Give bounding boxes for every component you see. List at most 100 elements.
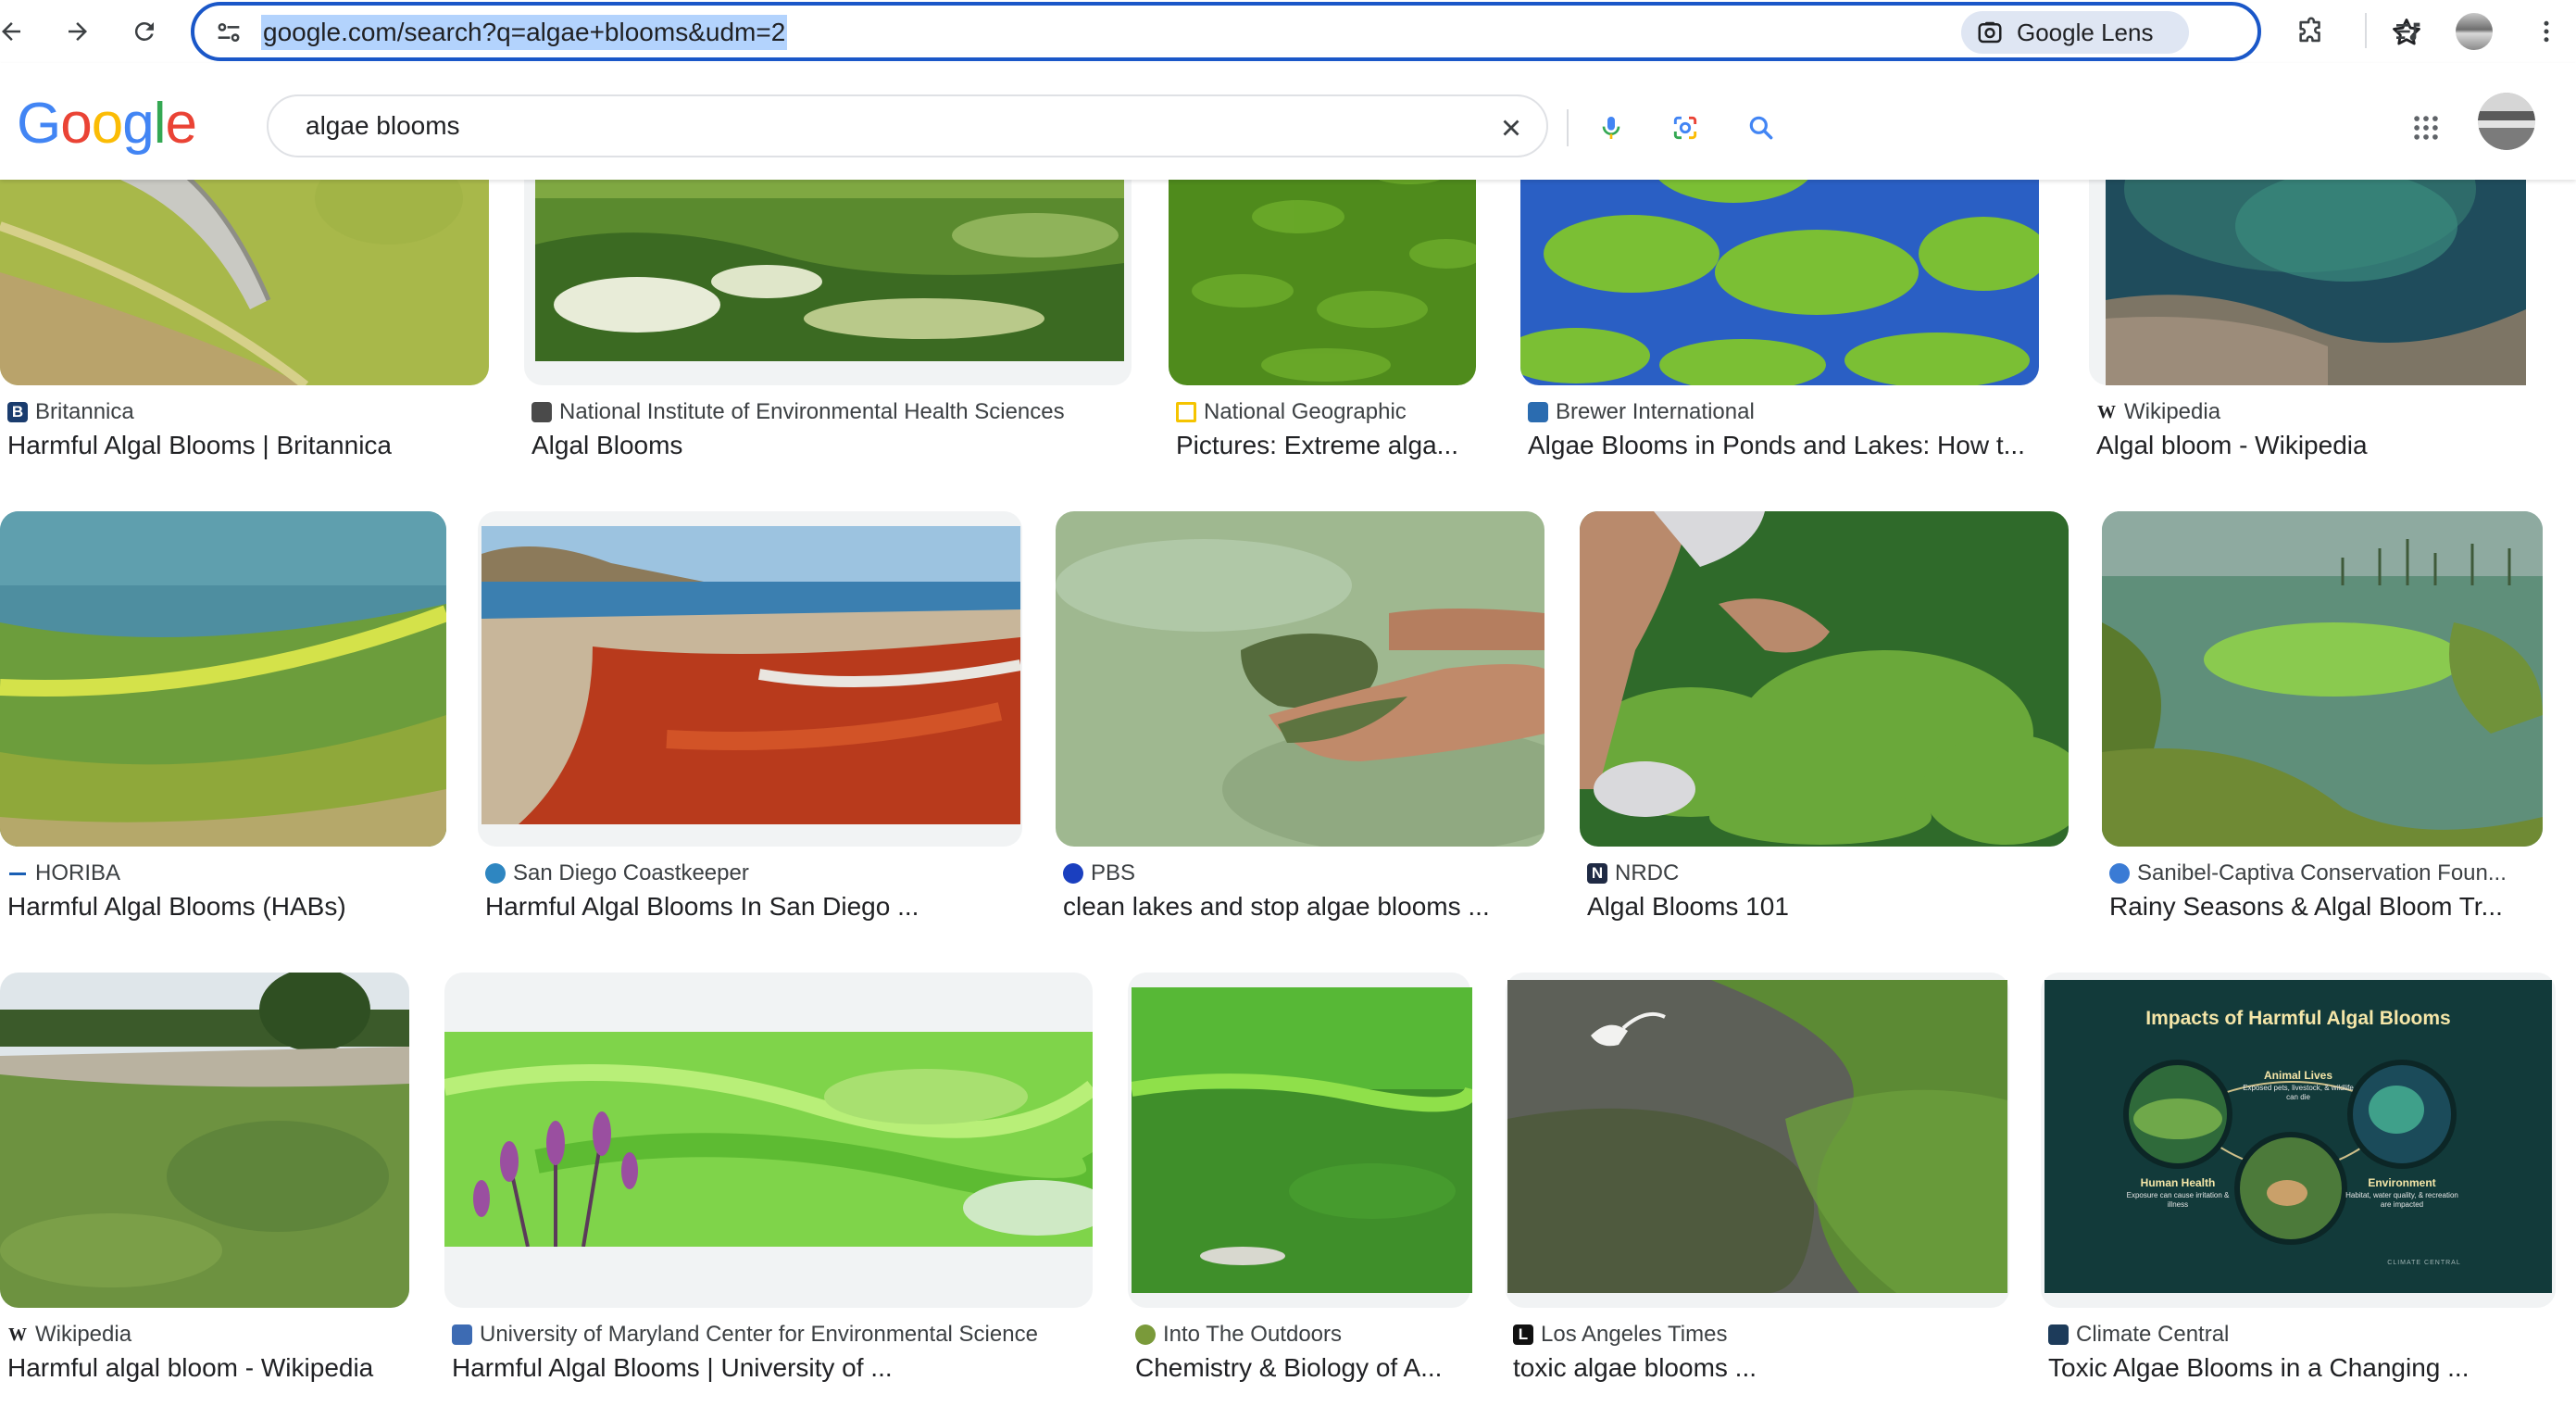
result-source: PBS xyxy=(1063,860,1135,887)
wikipedia-icon: W xyxy=(7,1324,28,1345)
image-result-card[interactable]: Brewer International Algae Blooms in Pon… xyxy=(1520,180,2067,459)
reload-icon xyxy=(134,21,154,41)
media-controls-button[interactable] xyxy=(2387,11,2428,52)
more-vertical-icon xyxy=(2544,20,2549,43)
result-title[interactable]: toxic algae blooms ... xyxy=(1513,1350,2013,1387)
infographic-circles xyxy=(2123,1060,2457,1245)
voice-search-button[interactable] xyxy=(1591,107,1632,148)
result-title[interactable]: Harmful Algal Blooms In San Diego ... xyxy=(485,888,1041,925)
britannica-icon: B xyxy=(7,402,28,422)
brewer-icon xyxy=(1528,402,1548,422)
arrow-right-icon xyxy=(69,22,87,41)
coastkeeper-icon xyxy=(485,863,506,884)
google-apps-button[interactable] xyxy=(2404,106,2448,150)
result-source: Into The Outdoors xyxy=(1135,1321,1342,1349)
result-title[interactable]: Algae Blooms in Ponds and Lakes: How t..… xyxy=(1528,427,2065,464)
microphone-icon xyxy=(1602,117,1620,139)
result-title[interactable]: Algal bloom - Wikipedia xyxy=(2096,427,2541,464)
result-image-marsh-algae-bloom[interactable] xyxy=(2102,511,2543,847)
image-result-card[interactable]: N NRDC Algal Blooms 101 xyxy=(1580,511,2080,921)
image-result-card[interactable]: Impacts of Harmful Algal Blooms Animal L… xyxy=(2041,973,2559,1382)
result-title[interactable]: Rainy Seasons & Algal Bloom Tr... xyxy=(2109,888,2550,925)
image-result-card[interactable]: Into The Outdoors Chemistry & Biology of… xyxy=(1128,973,1489,1382)
search-box[interactable]: algae blooms xyxy=(267,94,1773,157)
close-icon xyxy=(1503,119,1519,136)
toolbar-divider xyxy=(2365,13,2367,48)
reload-button[interactable] xyxy=(122,9,167,54)
result-title[interactable]: Algal Blooms 101 xyxy=(1587,888,2069,925)
result-image-green-wave-beach[interactable] xyxy=(0,511,446,847)
result-source: Brewer International xyxy=(1528,398,1755,426)
sccf-icon xyxy=(2109,863,2130,884)
search-submit-button[interactable] xyxy=(1741,107,1782,148)
climate-central-icon xyxy=(2048,1324,2069,1345)
result-image-bright-green-bloom-flowers[interactable] xyxy=(444,1032,1093,1247)
google-lens-button[interactable]: Google Lens xyxy=(1961,11,2189,54)
search-input[interactable]: algae blooms xyxy=(306,96,460,156)
result-title[interactable]: Harmful Algal Blooms | Britannica xyxy=(7,427,489,464)
result-image-algae-patches-pond[interactable] xyxy=(1520,180,2039,385)
search-icon xyxy=(1749,116,1773,140)
result-title[interactable]: Harmful Algal Blooms (HABs) xyxy=(7,888,452,925)
result-image-egret-over-green-water[interactable] xyxy=(1507,980,2007,1293)
image-result-card[interactable]: L Los Angeles Times toxic algae blooms ..… xyxy=(1506,973,2024,1382)
chrome-menu-button[interactable] xyxy=(2526,11,2567,52)
lens-camera-icon xyxy=(1673,116,1697,140)
image-result-card[interactable]: W Wikipedia Harmful algal bloom - Wikiped… xyxy=(0,973,426,1382)
address-bar[interactable]: google.com/search?q=algae+blooms&udm=2 G… xyxy=(191,2,2420,61)
natgeo-icon xyxy=(1176,402,1196,422)
image-result-card[interactable]: PBS clean lakes and stop algae blooms ..… xyxy=(1056,511,1556,921)
result-title[interactable]: Algal Blooms xyxy=(531,427,1124,464)
result-title[interactable]: Toxic Algae Blooms in a Changing ... xyxy=(2048,1350,2548,1387)
image-result-card[interactable]: National Geographic Pictures: Extreme al… xyxy=(1169,180,1493,459)
result-image-satellite-lake-bloom[interactable] xyxy=(2106,180,2526,385)
image-result-card[interactable]: National Institute of Environmental Heal… xyxy=(524,180,1135,459)
result-title[interactable]: Harmful Algal Blooms | University of ... xyxy=(452,1350,1100,1387)
url-text[interactable]: google.com/search?q=algae+blooms&udm=2 xyxy=(261,15,788,50)
result-source: B Britannica xyxy=(7,398,134,426)
apps-grid-icon xyxy=(2414,116,2438,140)
image-result-card[interactable]: University of Maryland Center for Enviro… xyxy=(444,973,1111,1382)
result-image-dense-algae-mat[interactable] xyxy=(1169,180,1476,385)
image-search-button[interactable] xyxy=(1665,107,1706,148)
google-logo[interactable]: Google xyxy=(17,91,197,157)
extensions-button[interactable] xyxy=(2291,11,2332,52)
image-result-card[interactable]: Sanibel-Captiva Conservation Foun... Rai… xyxy=(2102,511,2556,921)
image-result-card[interactable]: HORIBA Harmful Algal Blooms (HABs) xyxy=(0,511,454,921)
infographic-env-sub: Habitat, water quality, & recreation are… xyxy=(2345,1191,2458,1209)
umces-icon xyxy=(452,1324,472,1345)
horiba-icon xyxy=(7,863,28,884)
infographic-human-label: Human Health xyxy=(2140,1176,2216,1189)
site-settings-icon[interactable] xyxy=(213,17,244,48)
arrow-left-icon xyxy=(2,22,20,41)
image-result-card[interactable]: B Britannica Harmful Algal Blooms | Brita… xyxy=(0,180,500,459)
result-source: National Institute of Environmental Heal… xyxy=(531,398,1065,426)
result-image-dead-fish-shore[interactable] xyxy=(0,180,489,385)
result-image-foamy-green-water[interactable] xyxy=(535,180,1124,361)
google-header: Google algae blooms xyxy=(0,63,2576,180)
result-image-dead-fish-green-water[interactable] xyxy=(1132,987,1472,1293)
lens-icon xyxy=(1978,21,2002,44)
google-account-avatar[interactable] xyxy=(2478,93,2535,150)
forward-button[interactable] xyxy=(56,9,100,54)
result-image-hands-scooping-algae[interactable] xyxy=(1056,511,1544,847)
result-source: W Wikipedia xyxy=(2096,399,2221,424)
clear-search-button[interactable] xyxy=(1491,107,1532,148)
result-source: N NRDC xyxy=(1587,860,1679,887)
chrome-profile-avatar[interactable] xyxy=(2456,13,2493,50)
result-title[interactable]: Pictures: Extreme alga... xyxy=(1176,427,1491,464)
result-image-green-lake-shoreline[interactable] xyxy=(0,973,409,1308)
result-title[interactable]: clean lakes and stop algae blooms ... xyxy=(1063,888,1544,925)
infographic-harmful-algal-blooms[interactable]: Impacts of Harmful Algal Blooms Animal L… xyxy=(2045,980,2552,1293)
image-result-card[interactable]: San Diego Coastkeeper Harmful Algal Bloo… xyxy=(478,511,1052,921)
image-result-card[interactable]: W Wikipedia Algal bloom - Wikipedia xyxy=(2089,180,2543,459)
result-image-red-tide-beach[interactable] xyxy=(481,526,1020,824)
search-divider xyxy=(1567,109,1569,146)
infographic-animal-sub: Exposed pets, livestock, & wildlife can … xyxy=(2243,1084,2354,1101)
result-title[interactable]: Harmful algal bloom - Wikipedia xyxy=(7,1350,424,1387)
result-title[interactable]: Chemistry & Biology of A... xyxy=(1135,1350,1478,1387)
latimes-icon: L xyxy=(1513,1324,1533,1345)
back-button[interactable] xyxy=(0,9,33,54)
result-image-hands-in-algae-mat[interactable] xyxy=(1580,511,2069,847)
infographic-human-sub: Exposure can cause irritation & illness xyxy=(2126,1191,2230,1209)
